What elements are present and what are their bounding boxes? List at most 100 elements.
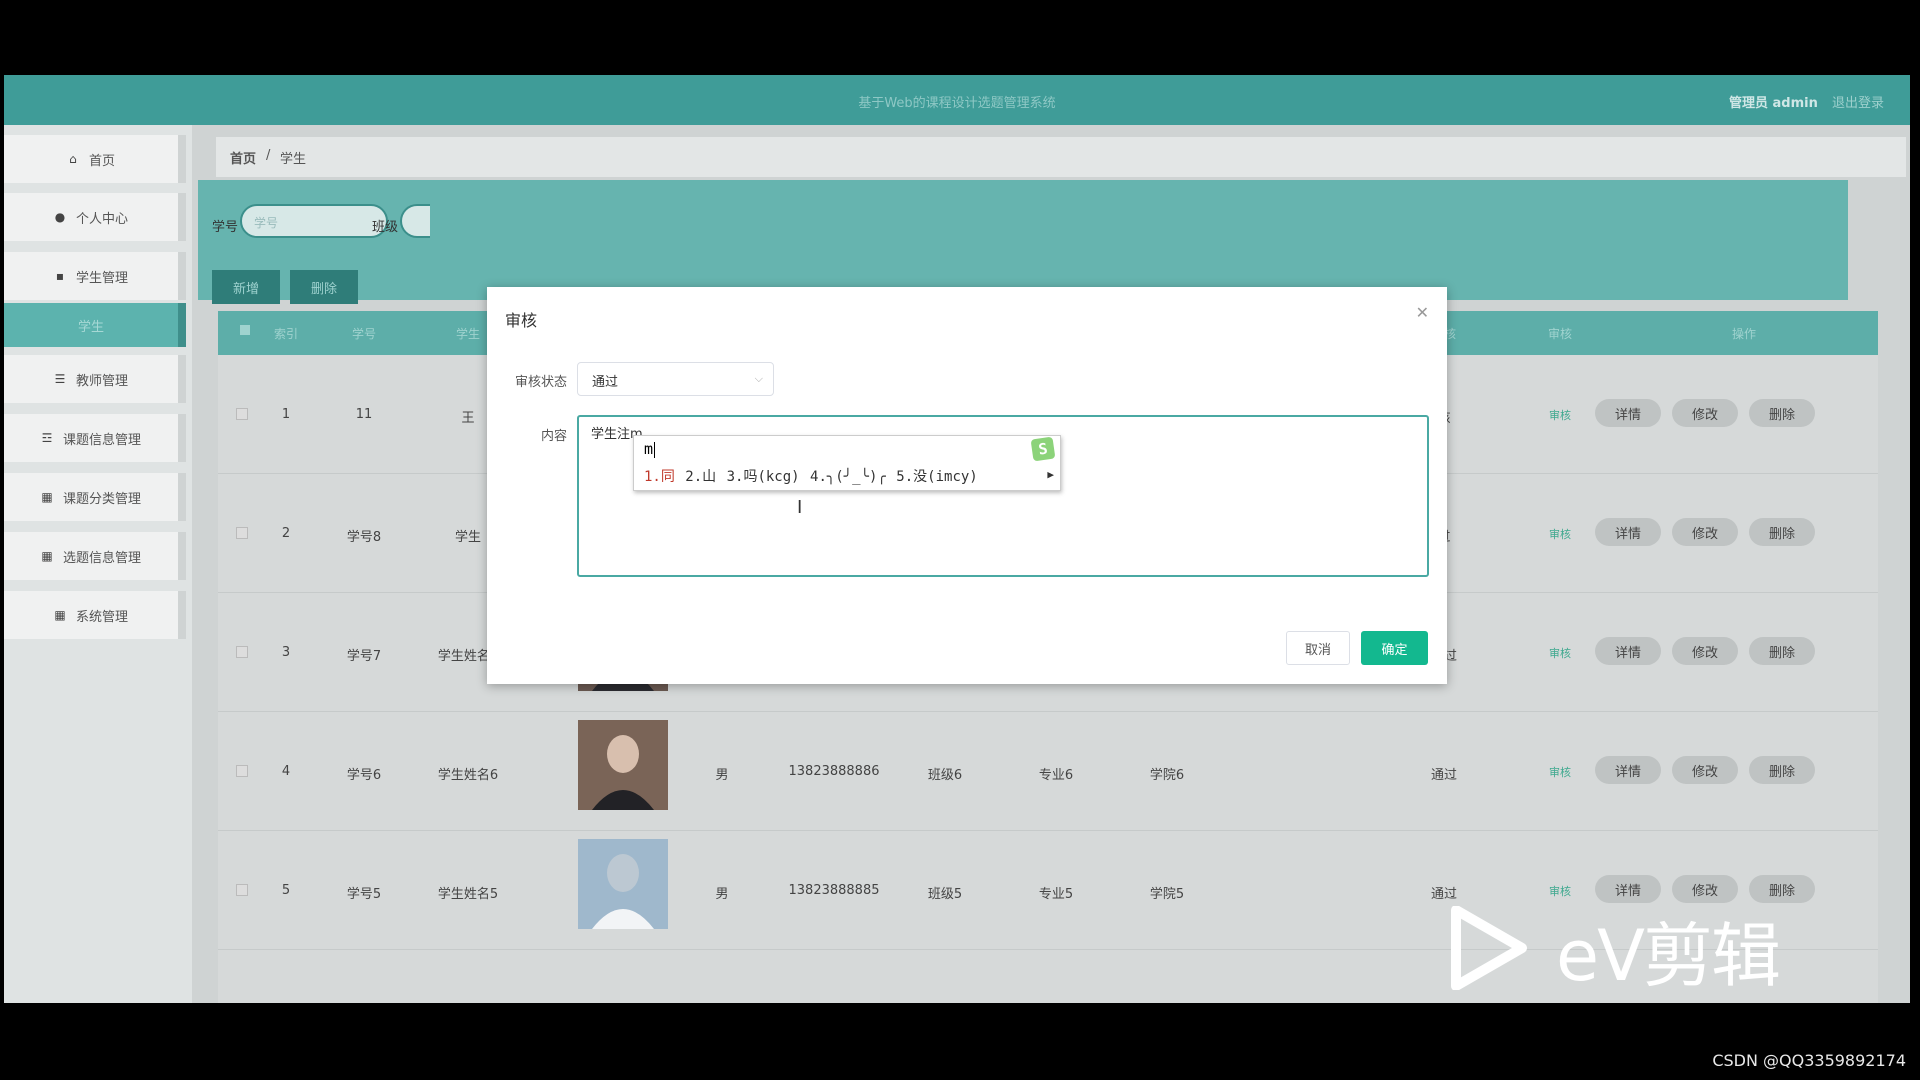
sidebar: ⌂ 首页 ● 个人中心 ▪ 学生管理 学生 ☰ 教师管理 ☲ 课题信息管理 ▦ … <box>4 125 192 1003</box>
review-link[interactable]: 审核 <box>1549 526 1571 542</box>
sidebar-item-label: 个人中心 <box>75 211 128 227</box>
row-delete-button[interactable]: 删除 <box>1749 875 1815 903</box>
edit-button[interactable]: 修改 <box>1672 637 1738 665</box>
student-no-input[interactable]: 学号 <box>240 204 388 238</box>
edit-button[interactable]: 修改 <box>1672 399 1738 427</box>
csdn-watermark: CSDN @QQ3359892174 <box>1712 1051 1906 1070</box>
app-title: 基于Web的课程设计选题管理系统 <box>858 96 1056 111</box>
sidebar-item-system[interactable]: ▦ 系统管理 <box>4 591 186 639</box>
student-photo <box>578 839 668 929</box>
status-select[interactable]: 通过 ⌵ <box>577 362 774 396</box>
cell-no: 学号5 <box>346 887 382 902</box>
delete-button[interactable]: 删除 <box>290 270 358 304</box>
sogou-logo-icon: S <box>1030 436 1056 462</box>
sidebar-item-label: 选题信息管理 <box>62 550 141 566</box>
sliders-icon: ☲ <box>41 431 53 445</box>
select-all-checkbox[interactable] <box>240 325 250 335</box>
review-link[interactable]: 审核 <box>1549 764 1571 780</box>
row-checkbox[interactable] <box>236 765 248 777</box>
detail-button[interactable]: 详情 <box>1595 756 1661 784</box>
logout-link[interactable]: 退出登录 <box>1832 96 1884 111</box>
row-delete-button[interactable]: 删除 <box>1749 637 1815 665</box>
sidebar-item-topic-category[interactable]: ▦ 课题分类管理 <box>4 473 186 521</box>
sidebar-item-profile[interactable]: ● 个人中心 <box>4 193 186 241</box>
sidebar-item-home[interactable]: ⌂ 首页 <box>4 135 186 183</box>
row-checkbox[interactable] <box>236 527 248 539</box>
cell-no: 11 <box>355 407 373 422</box>
sidebar-item-selection-info[interactable]: ▦ 选题信息管理 <box>4 532 186 580</box>
grid-icon: ▦ <box>41 490 53 504</box>
ime-candidate-first[interactable]: 1.同 <box>644 469 675 485</box>
top-bar: 基于Web的课程设计选题管理系统 管理员 admin 退出登录 <box>4 75 1910 125</box>
search-area: 学号 学号 班级 新增 删除 <box>198 180 1848 304</box>
review-link[interactable]: 审核 <box>1549 883 1571 899</box>
cell-cls: 班级6 <box>927 768 963 783</box>
app-window: 基于Web的课程设计选题管理系统 管理员 admin 退出登录 ⌂ 首页 ● 个… <box>4 75 1910 1003</box>
detail-button[interactable]: 详情 <box>1595 518 1661 546</box>
cell-index: 3 <box>281 645 291 660</box>
ev-watermark: eV剪辑 <box>1450 900 1920 1000</box>
review-dialog: 审核 ✕ 审核状态 通过 ⌵ 内容 学生注m m S 1.同 2.山 3.吗(k… <box>487 287 1447 684</box>
sidebar-item-student-mgmt[interactable]: ▪ 学生管理 <box>4 252 186 300</box>
row-checkbox[interactable] <box>236 646 248 658</box>
sidebar-item-topic-info[interactable]: ☲ 课题信息管理 <box>4 414 186 462</box>
sidebar-item-label: 课题信息管理 <box>62 432 141 448</box>
grid-icon: ▦ <box>54 608 66 622</box>
cell-index: 4 <box>281 764 291 779</box>
ime-next-page-icon[interactable]: ▶ <box>1047 468 1054 481</box>
row-delete-button[interactable]: 删除 <box>1749 756 1815 784</box>
col-index: 索引 <box>273 327 299 341</box>
text-cursor-icon: I <box>797 497 803 518</box>
row-delete-button[interactable]: 删除 <box>1749 399 1815 427</box>
cell-major: 专业5 <box>1038 887 1074 902</box>
detail-button[interactable]: 详情 <box>1595 399 1661 427</box>
cell-no: 学号8 <box>346 530 382 545</box>
breadcrumb-separator: / <box>266 148 271 163</box>
review-link[interactable]: 审核 <box>1549 407 1571 423</box>
review-link[interactable]: 审核 <box>1549 645 1571 661</box>
row-checkbox[interactable] <box>236 408 248 420</box>
edit-button[interactable]: 修改 <box>1672 756 1738 784</box>
cell-no: 学号6 <box>346 768 382 783</box>
cell-college: 学院5 <box>1149 887 1185 902</box>
cell-no: 学号7 <box>346 649 382 664</box>
sidebar-item-teacher-mgmt[interactable]: ☰ 教师管理 <box>4 355 186 403</box>
grid-icon: ▦ <box>41 549 53 563</box>
sidebar-item-label: 教师管理 <box>75 373 128 389</box>
ev-play-icon <box>1451 906 1527 990</box>
status-select-value: 通过 <box>592 375 619 390</box>
ime-candidate-popup[interactable]: m S 1.同 2.山 3.吗(kcg) 4.╮(╯_╰)╭ 5.没(imcy)… <box>633 435 1061 491</box>
confirm-button[interactable]: 确定 <box>1361 631 1428 665</box>
edit-button[interactable]: 修改 <box>1672 875 1738 903</box>
dialog-title: 审核 <box>505 311 538 330</box>
ime-candidate-rest[interactable]: 2.山 3.吗(kcg) 4.╮(╯_╰)╭ 5.没(imcy) <box>685 469 977 485</box>
chevron-down-icon: ⌵ <box>754 372 763 385</box>
class-input[interactable] <box>400 204 430 238</box>
ime-candidates[interactable]: 1.同 2.山 3.吗(kcg) 4.╮(╯_╰)╭ 5.没(imcy) <box>644 466 978 486</box>
cell-major: 专业6 <box>1038 768 1074 783</box>
user-label: 管理员 admin <box>1728 96 1818 111</box>
sidebar-item-student[interactable]: 学生 <box>4 303 186 347</box>
cancel-button[interactable]: 取消 <box>1286 631 1350 665</box>
close-icon[interactable]: ✕ <box>1416 303 1429 322</box>
breadcrumb-home[interactable]: 首页 <box>230 148 256 167</box>
breadcrumb-current: 学生 <box>280 152 307 167</box>
row-checkbox[interactable] <box>236 884 248 896</box>
add-button[interactable]: 新增 <box>212 270 280 304</box>
class-label: 班级 <box>372 220 399 235</box>
ime-composition: m <box>644 440 654 458</box>
col-review: 审核 <box>1547 327 1573 341</box>
student-photo <box>578 720 668 810</box>
detail-button[interactable]: 详情 <box>1595 637 1661 665</box>
row-delete-button[interactable]: 删除 <box>1749 518 1815 546</box>
home-icon: ⌂ <box>69 152 77 166</box>
table-row[interactable]: 4 学号6 学生姓名6 男 13823888886 班级6 专业6 学院6 通过 审核 详情 修改 删除 <box>218 712 1878 831</box>
edit-button[interactable]: 修改 <box>1672 518 1738 546</box>
cell-index: 2 <box>281 526 291 541</box>
content-label: 内容 <box>540 429 567 444</box>
col-actions: 操作 <box>1731 327 1757 341</box>
ev-text: eV剪辑 <box>1556 915 1781 997</box>
cell-cls: 班级5 <box>927 887 963 902</box>
detail-button[interactable]: 详情 <box>1595 875 1661 903</box>
student-no-label: 学号 <box>212 220 239 235</box>
